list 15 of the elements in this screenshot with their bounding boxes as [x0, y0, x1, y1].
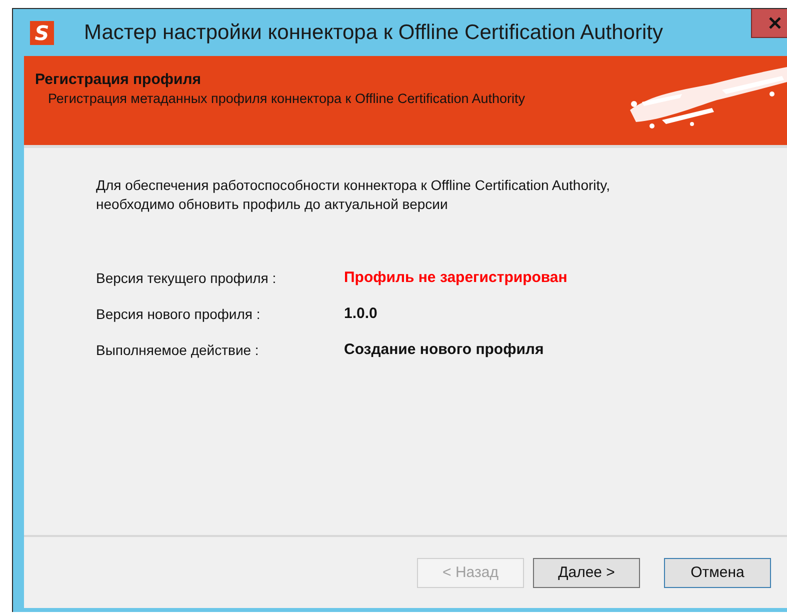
field-label: Выполняемое действие :: [96, 342, 260, 358]
close-icon: [769, 17, 781, 29]
field-label: Версия нового профиля :: [96, 306, 262, 322]
field-label: Версия текущего профиля :: [96, 270, 278, 286]
next-button[interactable]: Далее >: [533, 558, 640, 588]
header-subtitle: Регистрация метаданных профиля коннектора к Offline Certification Authority: [47, 90, 526, 107]
window-title: Мастер настройки коннектора к Offline Certification Authority: [84, 20, 663, 44]
field-value: Профиль не зарегистрирован: [344, 269, 568, 286]
cancel-button[interactable]: Отмена: [664, 558, 771, 588]
close-button[interactable]: [751, 9, 787, 38]
app-logo: S: [30, 20, 54, 44]
field-value: 1.0.0: [344, 305, 378, 322]
field-value: Создание нового профиля: [344, 341, 545, 358]
intro-text: Для обеспечения работоспособности коннектора к Offline Certification Authority, необходимо обновить профиль до актуальной версии: [96, 176, 611, 214]
header-title: Регистрация профиля: [35, 71, 202, 88]
